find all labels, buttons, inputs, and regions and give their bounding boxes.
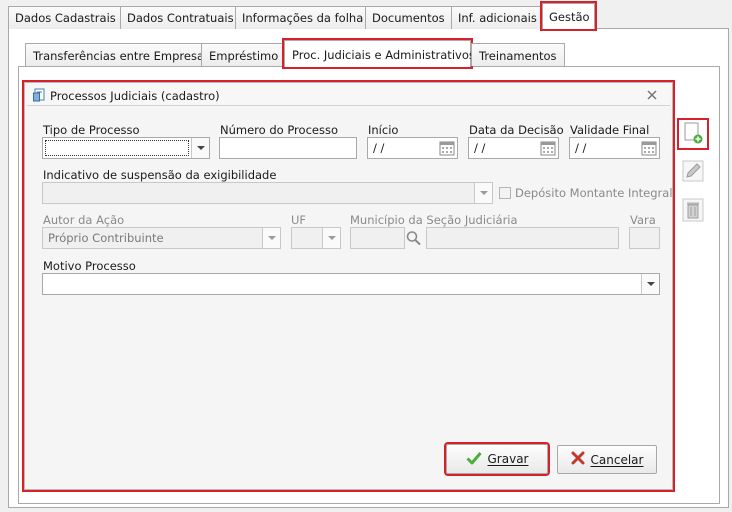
cancelar-button[interactable]: Cancelar <box>557 445 657 474</box>
uf-label: UF <box>291 213 307 227</box>
indicativo-select[interactable] <box>42 182 493 204</box>
data-decisao-date-input[interactable]: / / <box>468 137 559 159</box>
tab-emprestimo[interactable]: Empréstimo <box>201 43 287 66</box>
data-decisao-label: Data da Decisão <box>469 123 564 137</box>
dialog-title: Processos Judiciais (cadastro) <box>50 89 220 103</box>
vara-label: Vara <box>630 213 656 227</box>
new-document-icon <box>683 122 703 147</box>
trash-icon <box>682 198 704 225</box>
check-icon <box>465 451 482 468</box>
deposito-checkbox[interactable] <box>499 187 511 199</box>
validade-final-label: Validade Final <box>570 123 650 137</box>
vara-input[interactable] <box>629 227 660 249</box>
chevron-down-icon[interactable] <box>262 228 280 248</box>
autor-label: Autor da Ação <box>43 213 125 227</box>
close-icon[interactable] <box>646 89 658 101</box>
validade-final-date-input[interactable]: / / <box>569 137 660 159</box>
edit-button[interactable] <box>679 158 707 186</box>
calendar-icon[interactable] <box>439 140 455 156</box>
tab-treinamentos[interactable]: Treinamentos <box>471 43 565 66</box>
motivo-label: Motivo Processo <box>43 259 136 273</box>
tab-inf-adicionais[interactable]: Inf. adicionais <box>451 6 544 29</box>
chevron-down-icon[interactable] <box>474 183 492 203</box>
chevron-down-icon[interactable] <box>641 274 659 294</box>
inicio-label: Início <box>368 123 399 137</box>
tab-dados-cadastrais[interactable]: Dados Cadastrais <box>8 6 123 29</box>
motivo-select[interactable] <box>42 273 660 295</box>
numero-processo-input[interactable] <box>219 137 357 159</box>
tipo-processo-label: Tipo de Processo <box>43 123 140 137</box>
calendar-icon[interactable] <box>540 140 556 156</box>
municipio-name-input[interactable] <box>426 227 619 249</box>
calendar-icon[interactable] <box>641 140 657 156</box>
deposito-label: Depósito Montante Integral <box>515 186 673 200</box>
chevron-down-icon[interactable] <box>191 138 209 158</box>
chevron-down-icon[interactable] <box>322 228 340 248</box>
autor-select[interactable]: Próprio Contribuinte <box>42 227 281 249</box>
uf-select[interactable] <box>291 227 341 249</box>
search-icon[interactable] <box>405 230 423 246</box>
numero-processo-label: Número do Processo <box>220 123 338 137</box>
delete-button[interactable] <box>679 197 707 225</box>
document-icon <box>33 88 47 102</box>
inicio-date-input[interactable]: / / <box>367 137 458 159</box>
tab-dados-contratuais[interactable]: Dados Contratuais <box>120 6 241 29</box>
pencil-icon <box>682 160 704 185</box>
x-icon <box>571 451 585 468</box>
tab-proc-judiciais[interactable]: Proc. Judiciais e Administrativos <box>282 38 475 69</box>
tab-transferencias[interactable]: Transferências entre Empresas <box>25 43 218 66</box>
new-record-button[interactable] <box>677 118 709 150</box>
gravar-button[interactable]: Gravar <box>444 442 550 476</box>
tab-informacoes-folha[interactable]: Informações da folha <box>235 6 371 29</box>
tab-documentos[interactable]: Documentos <box>365 6 452 29</box>
tab-gestao[interactable]: Gestão <box>540 1 597 31</box>
municipio-code-input[interactable] <box>350 227 405 249</box>
tipo-processo-select[interactable] <box>42 137 210 159</box>
municipio-label: Município da Seção Judiciária <box>350 213 518 227</box>
focus-ring <box>45 140 189 156</box>
indicativo-label: Indicativo de suspensão da exigibilidade <box>43 168 277 182</box>
